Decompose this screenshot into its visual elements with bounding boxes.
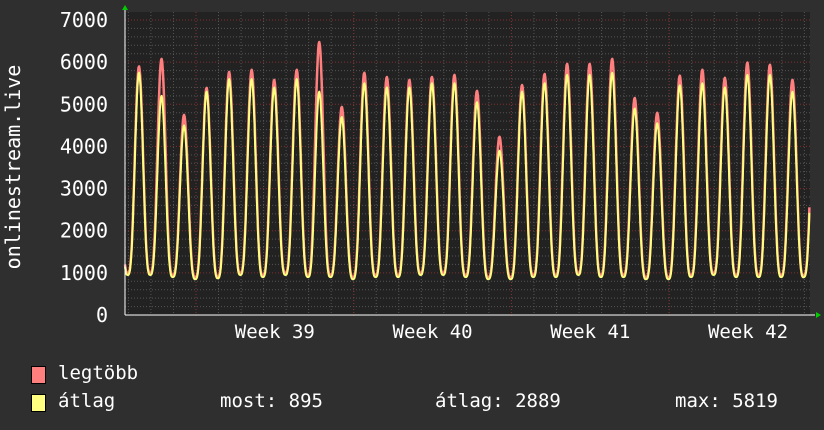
stat-most: most: 895: [220, 390, 323, 412]
stat-atlag: átlag: 2889: [435, 390, 561, 412]
y-tick-label: 1000: [60, 261, 108, 285]
stat-atlag-value: 2889: [515, 390, 561, 412]
stat-max: max: 5819: [675, 390, 778, 412]
x-tick-label: Week 40: [393, 321, 473, 343]
x-tick-label: Week 42: [708, 321, 788, 343]
legend-swatch-legtobb: [31, 366, 46, 384]
legend-label-legtobb: legtöbb: [58, 362, 139, 384]
y-axis-label: onlinestream.live: [1, 65, 25, 270]
y-axis-arrow-icon: [122, 5, 128, 10]
y-tick-label: 7000: [60, 8, 108, 32]
y-tick-label: 3000: [60, 177, 108, 201]
y-tick-label: 0: [96, 303, 108, 327]
legend-swatch-atlag: [31, 394, 46, 412]
stat-atlag-label: átlag:: [435, 390, 504, 412]
stat-max-label: max:: [675, 390, 721, 412]
x-tick-label: Week 39: [235, 321, 315, 343]
y-tick-label: 2000: [60, 219, 108, 243]
legend-label-atlag: átlag: [58, 390, 116, 412]
y-tick-label: 4000: [60, 134, 108, 158]
stat-most-label: most:: [220, 390, 278, 412]
stat-most-value: 895: [288, 390, 323, 412]
x-tick-label: Week 41: [550, 321, 630, 343]
y-tick-label: 5000: [60, 92, 108, 116]
stat-max-value: 5819: [732, 390, 778, 412]
x-axis-arrow-icon: [816, 312, 821, 318]
y-tick-label: 6000: [60, 50, 108, 74]
